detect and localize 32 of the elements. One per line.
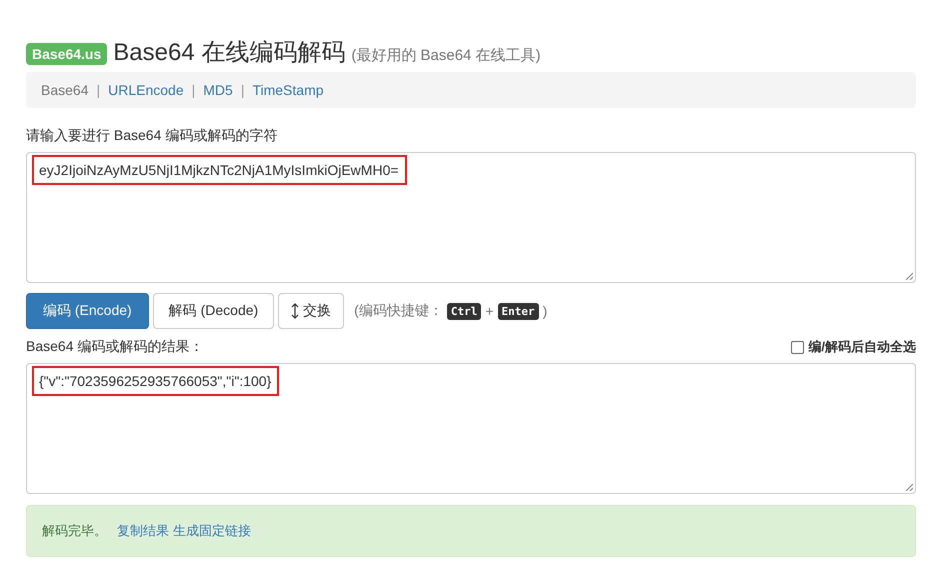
key-label: Enter: [498, 302, 539, 320]
checkbox[interactable]: [791, 340, 804, 354]
decode-button[interactable]: 解码 (Decode): [152, 293, 274, 329]
swap-button[interactable]: 交换: [278, 293, 344, 329]
nav-link[interactable]: MD5: [203, 82, 233, 98]
alert-link[interactable]: 生成固定链接: [173, 522, 251, 540]
closing-paren: ): [542, 303, 548, 319]
page-subtitle: (最好用的 Base64 在线工具): [351, 46, 541, 65]
checkbox-label[interactable]: 编/解码后自动全选: [808, 338, 916, 356]
input-label: 请输入要进行 Base64 编码或解码的字符: [26, 127, 278, 145]
output-field[interactable]: {"v":"7023596252935766053","i":100}: [26, 363, 916, 494]
key-label: Ctrl: [446, 302, 482, 320]
plus-sign: +: [485, 303, 494, 319]
nav-link[interactable]: URLEncode: [108, 82, 184, 98]
shortcut-hint: (编码快捷键：: [354, 302, 443, 320]
nav-link[interactable]: TimeStamp: [252, 82, 324, 98]
separator: |: [240, 82, 246, 98]
alert-message: 解码完毕。: [42, 522, 107, 540]
separator: |: [95, 82, 102, 98]
input-field[interactable]: eyJ2IjoiNzAyMzU5NjI1MjkzNTc2NjA1MyIsImkiOjEwMH0=: [26, 152, 916, 283]
page-title: Base64 在线编码解码: [113, 38, 346, 68]
nav-link[interactable]: Base64: [41, 82, 88, 98]
encode-button[interactable]: 编码 (Encode): [26, 293, 149, 329]
highlighted-text: eyJ2IjoiNzAyMzU5NjI1MjkzNTc2NjA1MyIsImkiOjEwMH0=: [32, 155, 407, 185]
separator: |: [190, 82, 196, 98]
alert-link[interactable]: 复制结果: [117, 522, 169, 540]
logo-badge[interactable]: Base64.us: [26, 43, 108, 65]
resize-grip-icon: [905, 483, 913, 491]
resize-grip-icon: [905, 272, 913, 280]
up-down-arrow-icon: [291, 303, 300, 319]
output-label: Base64 编码或解码的结果：: [26, 338, 204, 356]
highlighted-text: {"v":"7023596252935766053","i":100}: [32, 366, 280, 396]
